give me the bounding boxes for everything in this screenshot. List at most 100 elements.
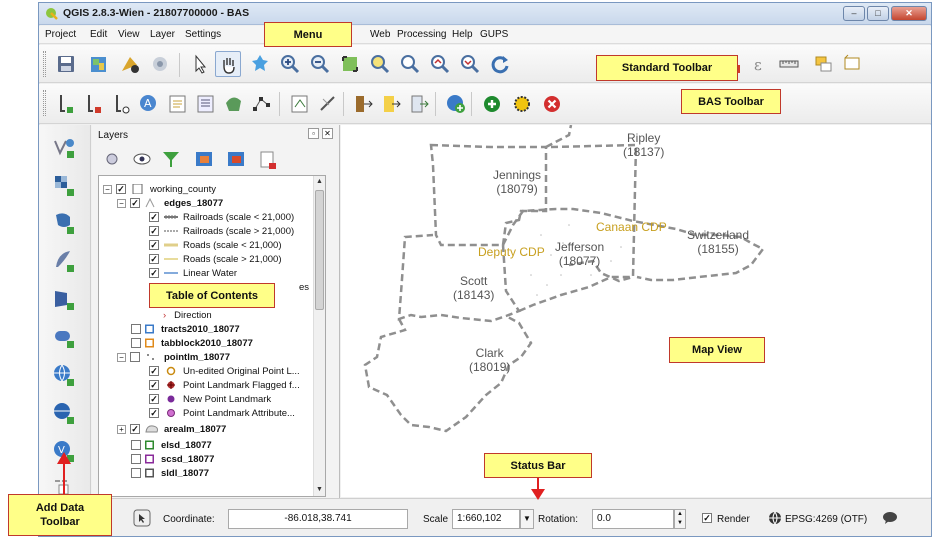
menu-view[interactable]: View: [118, 29, 140, 40]
mouse-coordinate-icon[interactable]: [133, 509, 151, 527]
layer-options-icon[interactable]: [104, 151, 120, 167]
legend-row[interactable]: › Direction: [163, 308, 212, 322]
zoom-to-layer-icon[interactable]: [397, 51, 423, 77]
coordinate-field[interactable]: -86.018,38.741: [228, 509, 408, 529]
messages-bubble-icon[interactable]: [882, 511, 898, 525]
toc-scrollbar[interactable]: ▲ ▼: [313, 176, 325, 496]
menu-project[interactable]: Project: [45, 29, 76, 40]
add-vector-layer-icon[interactable]: [50, 133, 78, 161]
legend-row[interactable]: ✓ Roads (scale > 21,000): [149, 252, 282, 266]
scroll-up-arrow-icon[interactable]: ▲: [314, 176, 325, 188]
bas-delete-icon[interactable]: [539, 91, 565, 117]
menu-web[interactable]: Web: [370, 29, 390, 40]
bas-area-icon[interactable]: [81, 91, 107, 117]
bas-import-icon[interactable]: [379, 91, 405, 117]
layer-checkbox[interactable]: ✓: [116, 184, 126, 194]
legend-checkbox[interactable]: ✓: [149, 268, 159, 278]
new-map-icon[interactable]: [85, 51, 111, 77]
map-canvas[interactable]: [341, 125, 931, 497]
scale-combobox[interactable]: 1:660,102: [452, 509, 520, 529]
maximize-button[interactable]: □: [867, 6, 889, 21]
zoom-last-icon[interactable]: [427, 51, 453, 77]
collapse-toggle[interactable]: −: [103, 184, 112, 194]
annotation-icon[interactable]: [811, 51, 837, 77]
bas-label-icon[interactable]: A: [137, 91, 163, 117]
add-wcs-layer-icon[interactable]: [50, 399, 78, 427]
bas-plus-icon[interactable]: [479, 91, 505, 117]
eye-visibility-icon[interactable]: [132, 149, 154, 169]
bas-edit-icon[interactable]: [193, 91, 219, 117]
add-spatialite-layer-icon[interactable]: [50, 247, 78, 275]
scroll-down-arrow-icon[interactable]: ▼: [314, 484, 325, 496]
expand-toggle[interactable]: +: [117, 424, 126, 434]
bas-add-icon[interactable]: [443, 91, 469, 117]
legend-row[interactable]: ✓ Point Landmark Flagged f...: [149, 378, 300, 392]
bas-package-icon[interactable]: [407, 91, 433, 117]
legend-row[interactable]: ✓ Railroads (scale > 21,000): [149, 224, 294, 238]
rotation-spinner[interactable]: ▲ ▼: [674, 509, 686, 529]
zoom-next-icon[interactable]: [457, 51, 483, 77]
legend-row[interactable]: ✓ Un-edited Original Point L...: [149, 364, 300, 378]
collapse-all-icon[interactable]: [226, 149, 248, 169]
scale-dropdown-chevron-icon[interactable]: ▼: [520, 509, 534, 529]
legend-checkbox[interactable]: ✓: [149, 240, 159, 250]
expression-icon[interactable]: ε: [747, 51, 773, 77]
legend-checkbox[interactable]: ✓: [149, 408, 159, 418]
menu-help[interactable]: Help: [452, 29, 473, 40]
layer-checkbox[interactable]: [131, 454, 141, 464]
layer-row[interactable]: − ✓ edges_18077: [117, 196, 223, 210]
render-checkbox[interactable]: ✓: [702, 513, 712, 523]
menu-processing[interactable]: Processing: [397, 29, 446, 40]
add-oracle-layer-icon[interactable]: [50, 323, 78, 351]
bas-flag-icon[interactable]: [509, 91, 535, 117]
layer-row[interactable]: tabblock2010_18077: [131, 336, 253, 350]
toolbar-grip[interactable]: [43, 90, 46, 116]
collapse-toggle[interactable]: −: [117, 352, 126, 362]
layer-row[interactable]: elsd_18077: [131, 438, 212, 452]
bas-edges-icon[interactable]: [53, 91, 79, 117]
pan-map-icon[interactable]: [247, 51, 273, 77]
identify-icon[interactable]: [187, 51, 213, 77]
legend-checkbox[interactable]: ✓: [149, 226, 159, 236]
legend-checkbox[interactable]: ✓: [149, 254, 159, 264]
layer-checkbox[interactable]: [131, 324, 141, 334]
refresh-icon[interactable]: [487, 51, 513, 77]
save-project-icon[interactable]: [53, 51, 79, 77]
bas-validate-icon[interactable]: [315, 91, 341, 117]
layer-row[interactable]: + ✓ arealm_18077: [117, 422, 226, 436]
zoom-out-icon[interactable]: [307, 51, 333, 77]
menu-edit[interactable]: Edit: [90, 29, 107, 40]
legend-row[interactable]: ✓ Railroads (scale < 21,000): [149, 210, 294, 224]
map-view[interactable]: Ripley (18137) Jennings (18079) Switzerlan…: [341, 125, 931, 497]
zoom-to-selection-icon[interactable]: [367, 51, 393, 77]
collapse-toggle[interactable]: −: [117, 198, 126, 208]
crs-label[interactable]: EPSG:4269 (OTF): [785, 514, 867, 525]
minimize-button[interactable]: –: [843, 6, 865, 21]
projection-globe-icon[interactable]: [768, 511, 782, 525]
panel-float-button[interactable]: ▫: [308, 128, 319, 139]
layer-checkbox[interactable]: ✓: [130, 424, 140, 434]
panel-close-button[interactable]: ✕: [322, 128, 333, 139]
legend-row[interactable]: ✓ Linear Water: [149, 266, 237, 280]
pan-hand-icon[interactable]: [215, 51, 241, 77]
legend-row[interactable]: es: [299, 280, 309, 294]
layer-checkbox[interactable]: ✓: [130, 198, 140, 208]
layer-row[interactable]: sldl_18077: [131, 466, 209, 480]
layer-checkbox[interactable]: [131, 468, 141, 478]
text-annotation-icon[interactable]: [839, 51, 865, 77]
legend-row[interactable]: ✓ Point Landmark Attribute...: [149, 406, 295, 420]
menu-settings[interactable]: Settings: [185, 29, 221, 40]
close-button[interactable]: ✕: [891, 6, 927, 21]
add-wms-layer-icon[interactable]: [50, 361, 78, 389]
remove-layer-icon[interactable]: [258, 149, 280, 171]
add-postgis-layer-icon[interactable]: [50, 209, 78, 237]
menu-layer[interactable]: Layer: [150, 29, 175, 40]
measure-icon[interactable]: [777, 51, 803, 77]
rotation-field[interactable]: 0.0: [592, 509, 674, 529]
bas-review-icon[interactable]: [287, 91, 313, 117]
bas-export-icon[interactable]: [351, 91, 377, 117]
bas-form-icon[interactable]: [165, 91, 191, 117]
legend-row[interactable]: ✓ New Point Landmark: [149, 392, 271, 406]
layer-group-row[interactable]: − ✓ working_county: [103, 182, 216, 196]
toolbar-grip[interactable]: [43, 51, 46, 77]
